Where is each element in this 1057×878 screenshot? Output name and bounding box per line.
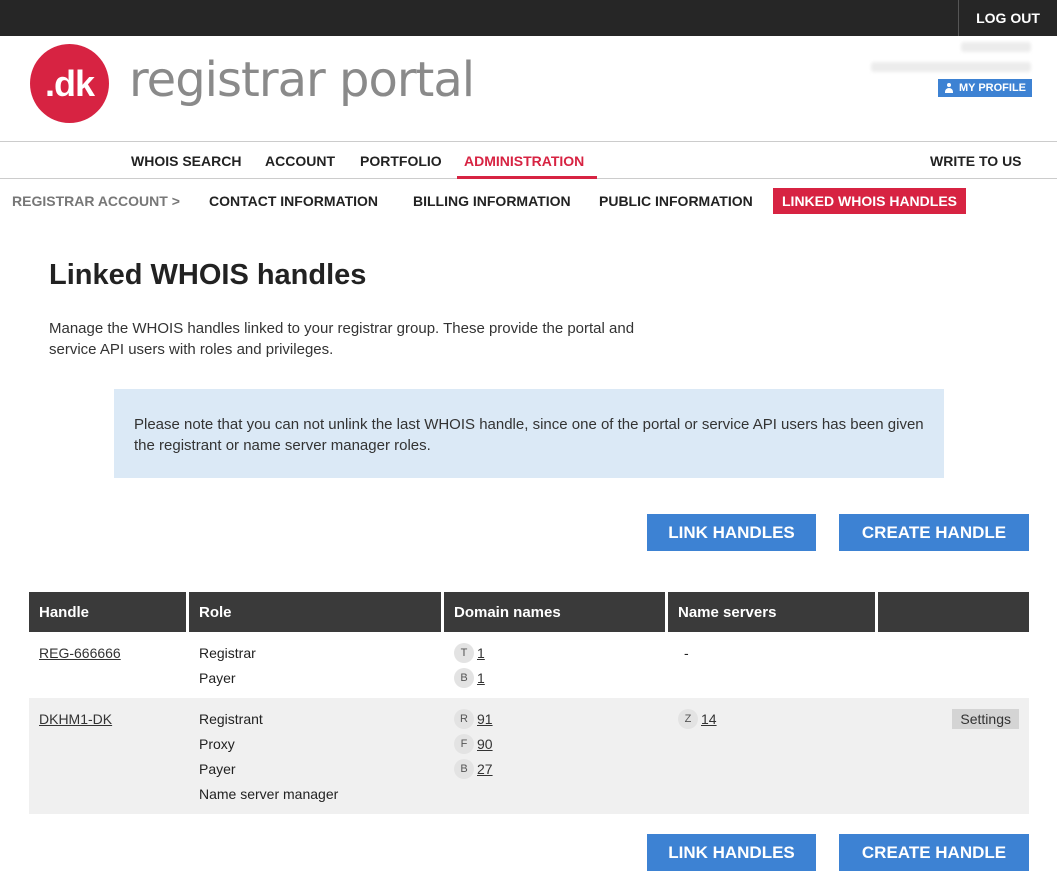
dk-logo[interactable]: .dk [30, 44, 109, 123]
domain-count-link[interactable]: 1 [477, 645, 485, 661]
page-title: Linked WHOIS handles [49, 259, 367, 291]
domain-type-badge: B [454, 667, 474, 688]
top-bar: LOG OUT [0, 0, 1057, 36]
my-profile-label: MY PROFILE [958, 82, 1026, 94]
handle-link[interactable]: REG-666666 [39, 645, 121, 661]
main-nav: WHOIS SEARCH ACCOUNT PORTFOLIO ADMINISTR… [0, 141, 1057, 179]
my-profile-button[interactable]: MY PROFILE [937, 79, 1032, 97]
nav-portfolio[interactable]: PORTFOLIO [360, 142, 442, 179]
user-icon [944, 83, 954, 93]
nav-write-to-us[interactable]: WRITE TO US [930, 142, 1022, 179]
notice-text: Please note that you can not unlink the … [134, 416, 924, 454]
info-notice: Please note that you can not unlink the … [114, 389, 944, 478]
subnav-linked-whois-handles[interactable]: LINKED WHOIS HANDLES [773, 188, 966, 214]
create-handle-button-bottom[interactable]: CREATE HANDLE [839, 834, 1029, 871]
domain-count-link[interactable]: 27 [477, 761, 493, 777]
subnav-public-information[interactable]: PUBLIC INFORMATION [599, 188, 753, 214]
table-row: DKHM1-DK Registrant Proxy Payer Name ser… [29, 698, 1029, 814]
breadcrumb-registrar-account: REGISTRAR ACCOUNT > [12, 193, 180, 209]
logo-text: registrar portal [129, 52, 475, 108]
domain-count-link[interactable]: 90 [477, 736, 493, 752]
user-name-redacted [961, 42, 1031, 52]
domain-count-link[interactable]: 1 [477, 670, 485, 686]
domain-count-link[interactable]: 91 [477, 711, 493, 727]
role-text: Name server manager [199, 785, 339, 802]
role-text: Payer [199, 669, 236, 686]
link-handles-button-bottom[interactable]: LINK HANDLES [647, 834, 816, 871]
col-domain-names: Domain names [444, 592, 668, 632]
nav-administration[interactable]: ADMINISTRATION [464, 142, 584, 179]
nameservers-value: - [684, 644, 689, 661]
col-handle: Handle [29, 592, 189, 632]
domain-type-badge: F [454, 733, 474, 754]
col-role: Role [189, 592, 444, 632]
domain-type-badge: R [454, 708, 474, 729]
subnav-contact-information[interactable]: CONTACT INFORMATION [209, 188, 378, 214]
active-nav-underline [457, 176, 597, 179]
user-email-redacted [871, 62, 1031, 72]
nav-account[interactable]: ACCOUNT [265, 142, 335, 179]
handles-table: Handle Role Domain names Name servers RE… [29, 592, 1029, 814]
table-row: REG-666666 Registrar Payer T1 B1 - [29, 632, 1029, 698]
role-text: Payer [199, 760, 236, 777]
nameserver-count-link[interactable]: 14 [701, 711, 717, 727]
col-name-servers: Name servers [668, 592, 878, 632]
handle-link[interactable]: DKHM1-DK [39, 711, 112, 727]
logout-button[interactable]: LOG OUT [958, 0, 1057, 36]
col-actions [878, 592, 1029, 632]
nameserver-type-badge: Z [678, 708, 698, 729]
subnav-billing-information[interactable]: BILLING INFORMATION [413, 188, 571, 214]
link-handles-button[interactable]: LINK HANDLES [647, 514, 816, 551]
create-handle-button[interactable]: CREATE HANDLE [839, 514, 1029, 551]
role-text: Registrar [199, 644, 256, 661]
domain-type-badge: B [454, 758, 474, 779]
role-text: Proxy [199, 735, 235, 752]
nav-whois-search[interactable]: WHOIS SEARCH [131, 142, 241, 179]
domain-type-badge: T [454, 642, 474, 663]
role-text: Registrant [199, 710, 263, 727]
table-header-row: Handle Role Domain names Name servers [29, 592, 1029, 632]
page-intro: Manage the WHOIS handles linked to your … [49, 320, 635, 358]
settings-button[interactable]: Settings [952, 708, 1019, 729]
